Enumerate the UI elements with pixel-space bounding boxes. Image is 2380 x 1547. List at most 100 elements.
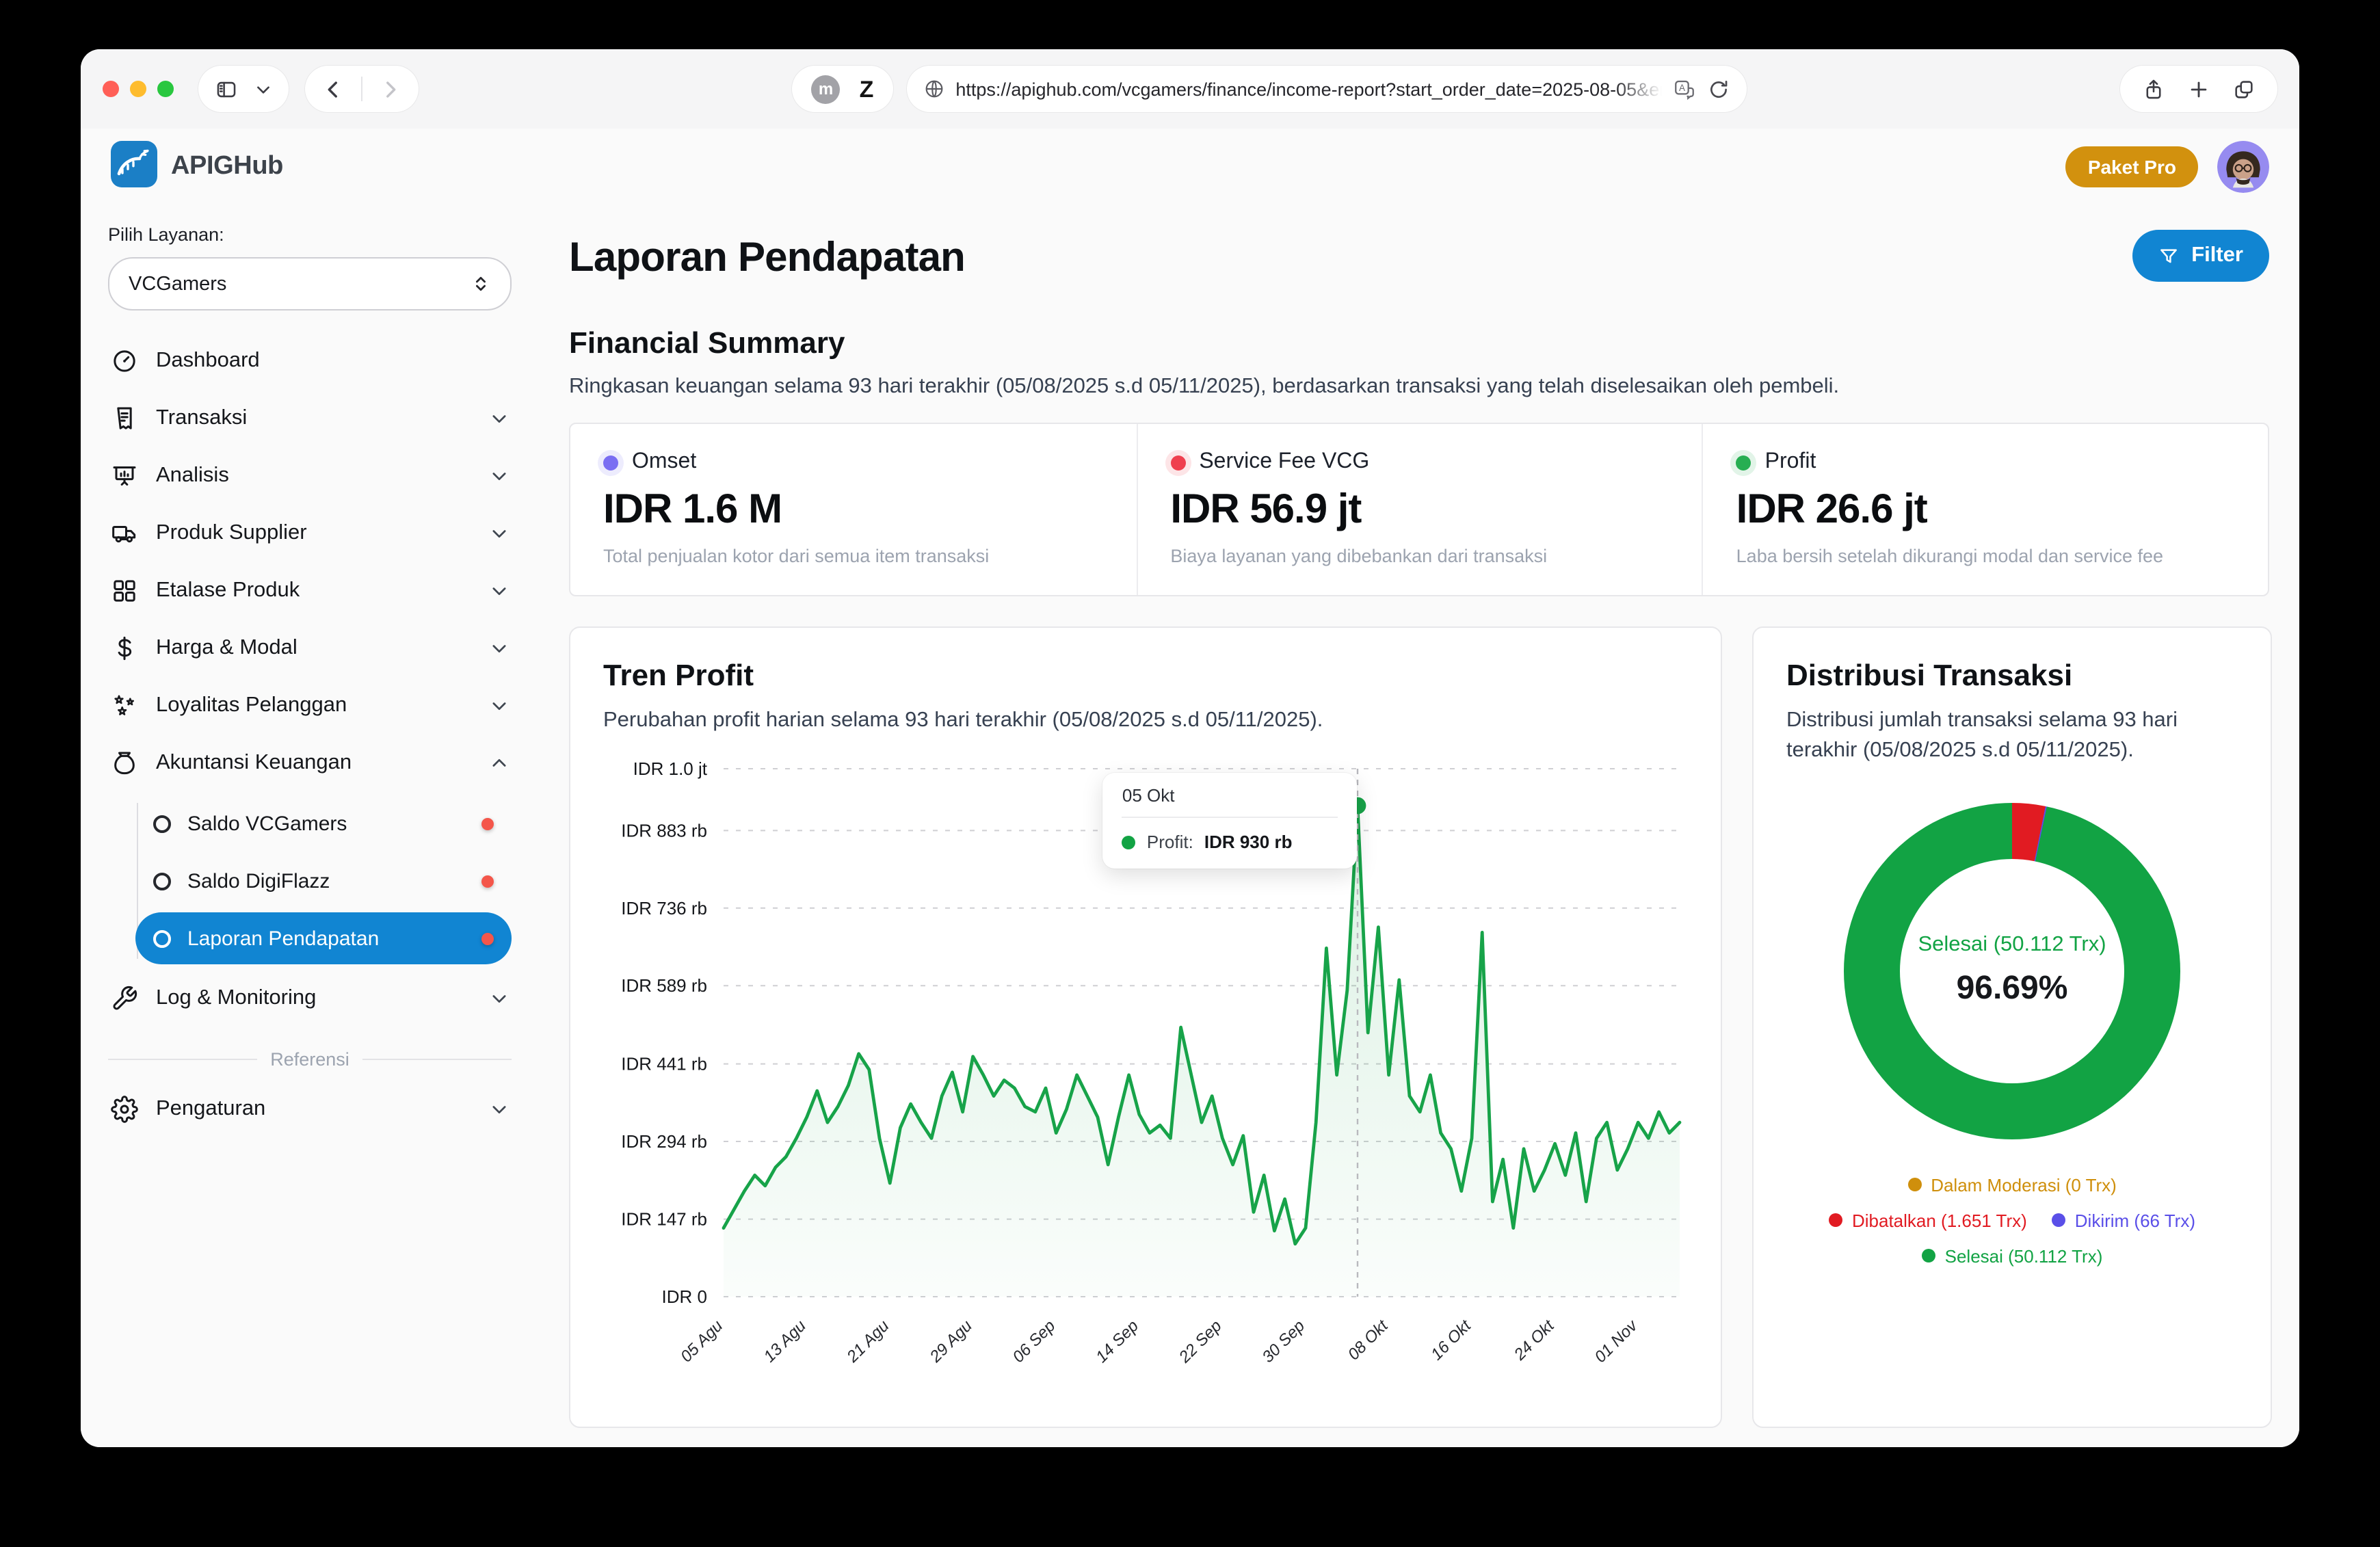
metric-label: Omset (632, 450, 696, 475)
sidebar-item-dashboard[interactable]: Dashboard (108, 332, 512, 390)
legend-item-selesai-50-112-trx[interactable]: Selesai (50.112 Trx) (1922, 1246, 2103, 1267)
sidebar-item-analisis[interactable]: Analisis (108, 447, 512, 505)
summary-cards: Omset IDR 1.6 M Total penjualan kotor dari… (569, 423, 2269, 596)
donut-center-label: Selesai (50.112 Trx) (1918, 934, 2106, 958)
sidebar-item-loyalitas-pelanggan[interactable]: Loyalitas Pelanggan (108, 677, 512, 735)
metric-label: Service Fee VCG (1199, 450, 1369, 475)
metric-description: Total penjualan kotor dari semua item tr… (603, 546, 1103, 566)
svg-text:29 Agu: 29 Agu (926, 1317, 976, 1367)
svg-text:IDR 736 rb: IDR 736 rb (621, 899, 707, 919)
user-avatar[interactable] (2217, 141, 2269, 193)
tooltip-date: 05 Okt (1122, 786, 1338, 819)
new-tab-icon[interactable] (2187, 77, 2210, 101)
donut-chart[interactable]: Selesai (50.112 Trx) 96.69% (1844, 803, 2180, 1139)
svg-text:IDR 0: IDR 0 (662, 1287, 707, 1308)
sidebar-item-log-monitoring[interactable]: Log & Monitoring (108, 970, 512, 1027)
metric-value: IDR 26.6 jt (1736, 487, 2235, 533)
tab-overview-icon[interactable] (2232, 77, 2256, 101)
svg-text:16 Okt: 16 Okt (1427, 1317, 1475, 1364)
sidebar-item-etalase-produk[interactable]: Etalase Produk (108, 562, 512, 620)
chrome-right-controls (2120, 66, 2277, 112)
app-header: APIGHub Paket Pro (81, 129, 2299, 205)
wrench-icon (111, 985, 138, 1012)
svg-text:IDR 589 rb: IDR 589 rb (621, 976, 707, 996)
sidebar: Pilih Layanan: VCGamers DashboardTransak… (81, 205, 539, 1447)
chart-tooltip: 05 OktProfit:IDR 930 rb (1103, 774, 1358, 869)
browser-actions-group (2120, 66, 2277, 112)
notification-dot (481, 932, 494, 944)
reload-button[interactable] (1706, 77, 1730, 101)
legend-dot-icon (1922, 1250, 1935, 1263)
metric-dot-icon (1736, 455, 1751, 470)
pinned-tab-z[interactable]: Z (860, 77, 874, 101)
select-updown-icon (471, 274, 491, 294)
history-nav-group (305, 66, 419, 112)
sidebar-subitem-saldo-vcgamers[interactable]: Saldo VCGamers (135, 797, 512, 849)
sidebar-item-akuntansi-keuangan[interactable]: Akuntansi Keuangan (108, 735, 512, 792)
svg-text:01 Nov: 01 Nov (1591, 1317, 1642, 1367)
grid-icon (111, 577, 138, 605)
fullscreen-window-button[interactable] (157, 81, 174, 97)
globe-icon (923, 78, 944, 100)
divider (361, 77, 362, 101)
close-window-button[interactable] (103, 81, 119, 97)
tooltip-value: IDR 930 rb (1204, 832, 1293, 853)
translate-icon[interactable]: A (1672, 77, 1695, 101)
radio-circle-icon (153, 872, 171, 890)
share-icon[interactable] (2142, 77, 2165, 101)
donut-area: Selesai (50.112 Trx) 96.69% (1786, 803, 2238, 1139)
chevron-down-icon (490, 466, 509, 486)
svg-text:IDR 147 rb: IDR 147 rb (621, 1210, 707, 1230)
sidebar-subitem-laporan-pendapatan[interactable]: Laporan Pendapatan (135, 912, 512, 964)
legend-item-dalam-moderasi-0-trx[interactable]: Dalam Moderasi (0 Trx) (1907, 1175, 2117, 1195)
summary-heading: Financial Summary (569, 326, 2269, 361)
receipt-icon (111, 405, 138, 432)
profit-trend-subtitle: Perubahan profit harian selama 93 hari t… (603, 706, 1688, 737)
notification-dot (481, 875, 494, 887)
truck-icon (111, 520, 138, 547)
service-select[interactable]: VCGamers (108, 257, 512, 310)
sidebar-item-transaksi[interactable]: Transaksi (108, 390, 512, 447)
distribution-title: Distribusi Transaksi (1786, 658, 2238, 693)
charts-row: Tren Profit Perubahan profit harian sela… (569, 626, 2269, 1429)
content-area: Pilih Layanan: VCGamers DashboardTransak… (81, 205, 2299, 1447)
browser-window: m Z https://apighub.com/vcgamers/finance… (81, 49, 2299, 1447)
chevron-down-icon (490, 409, 509, 428)
back-button[interactable] (321, 77, 345, 101)
sidebar-section-divider: Referensi (108, 1049, 512, 1070)
pinned-tabs: m Z (793, 66, 893, 112)
sidebar-nav: DashboardTransaksiAnalisisProduk Supplie… (108, 332, 512, 1027)
desktop-background: m Z https://apighub.com/vcgamers/finance… (0, 0, 2380, 1547)
summary-description: Ringkasan keuangan selama 93 hari terakh… (569, 375, 2269, 399)
sidebar-subitem-saldo-digiflazz[interactable]: Saldo DigiFlazz (135, 855, 512, 907)
sidebar-item-harga-modal[interactable]: Harga & Modal (108, 620, 512, 677)
svg-text:06 Sep: 06 Sep (1009, 1317, 1059, 1367)
address-bar[interactable]: https://apighub.com/vcgamers/finance/inc… (906, 66, 1746, 112)
metric-value: IDR 1.6 M (603, 487, 1103, 533)
svg-text:30 Sep: 30 Sep (1258, 1317, 1308, 1367)
sidebar-item-pengaturan[interactable]: Pengaturan (108, 1081, 512, 1138)
sidebar-toggle-icon[interactable] (215, 77, 238, 101)
radio-circle-icon (153, 929, 171, 947)
filter-button[interactable]: Filter (2132, 230, 2269, 282)
forward-button[interactable] (379, 77, 402, 101)
sidebar-submenu: Saldo VCGamers Saldo DigiFlazzLaporan Pen… (108, 797, 512, 964)
profit-trend-title: Tren Profit (603, 658, 1688, 693)
app-header-right: Paket Pro (2066, 141, 2269, 193)
plan-badge[interactable]: Paket Pro (2066, 146, 2198, 187)
profit-trend-chart[interactable]: IDR 0IDR 147 rbIDR 294 rbIDR 441 rbIDR 5… (603, 748, 1688, 1397)
chevron-down-icon[interactable] (254, 80, 272, 98)
summary-card-omset: Omset IDR 1.6 M Total penjualan kotor dari… (570, 424, 1136, 595)
pinned-tab-m[interactable]: m (812, 75, 841, 103)
minimize-window-button[interactable] (130, 81, 146, 97)
donut-legend: Dalam Moderasi (0 Trx) Dibatalkan (1.651 … (1786, 1175, 2238, 1267)
sidebar-item-produk-supplier[interactable]: Produk Supplier (108, 505, 512, 562)
brand[interactable]: APIGHub (111, 140, 283, 194)
chevron-down-icon (490, 639, 509, 658)
svg-text:IDR 883 rb: IDR 883 rb (621, 821, 707, 841)
legend-item-dibatalkan-1-651-trx[interactable]: Dibatalkan (1.651 Trx) (1829, 1211, 2027, 1231)
legend-item-dikirim-66-trx[interactable]: Dikirim (66 Trx) (2052, 1211, 2195, 1231)
chrome-center: m Z https://apighub.com/vcgamers/finance… (419, 66, 2120, 112)
distribution-subtitle: Distribusi jumlah transaksi selama 93 ha… (1786, 706, 2238, 767)
browser-chrome: m Z https://apighub.com/vcgamers/finance… (81, 49, 2299, 129)
